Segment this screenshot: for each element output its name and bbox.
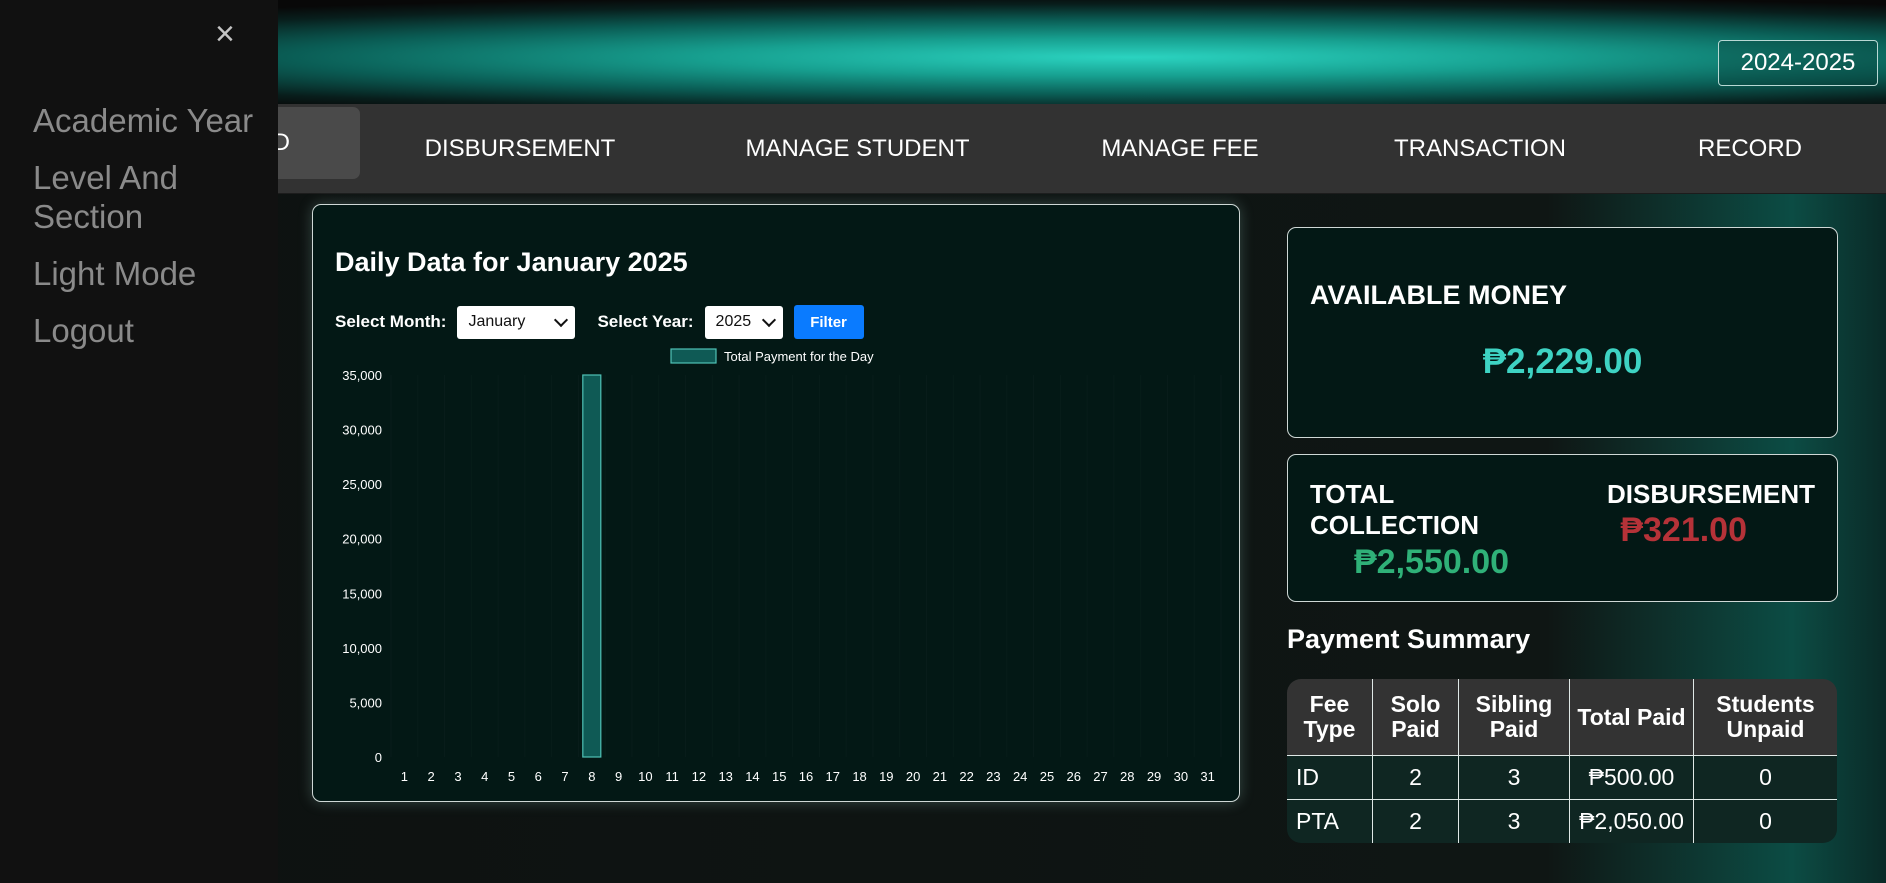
academic-year-select[interactable]: 2024-2025 — [1718, 40, 1878, 86]
x-tick-label: 14 — [745, 769, 759, 784]
x-tick-label: 18 — [852, 769, 866, 784]
x-tick-label: 2 — [428, 769, 435, 784]
chart-title: Daily Data for January 2025 — [335, 247, 688, 277]
x-tick-label: 27 — [1093, 769, 1107, 784]
cell-total-paid: ₱2,050.00 — [1570, 799, 1694, 843]
cell-fee-type: ID — [1287, 755, 1373, 799]
x-tick-label: 7 — [561, 769, 568, 784]
cell-fee-type: PTA — [1287, 799, 1373, 843]
y-tick-label: 10,000 — [342, 641, 382, 656]
x-tick-label: 8 — [588, 769, 595, 784]
bar — [582, 374, 602, 758]
col-solo-paid: Solo Paid — [1373, 679, 1459, 755]
year-select-value: 2025 — [715, 313, 752, 330]
sidebar-menu: × Academic Year Level And Section Light … — [0, 0, 278, 883]
x-tick-label: 11 — [665, 769, 679, 784]
chart-filter-row: Select Month: January Select Year: 2025 … — [335, 305, 864, 339]
disbursement-title: DISBURSEMENT — [1606, 479, 1815, 509]
available-money-value: ₱2,229.00 — [1482, 342, 1643, 381]
x-tick-label: 9 — [615, 769, 622, 784]
nav-transaction[interactable]: TRANSACTION — [1380, 104, 1580, 194]
nav-manage-student[interactable]: MANAGE STUDENT — [720, 104, 995, 194]
col-students-unpaid: Students Unpaid — [1694, 679, 1837, 755]
legend-swatch — [670, 348, 717, 364]
payment-summary-title: Payment Summary — [1287, 624, 1531, 654]
x-tick-label: 26 — [1067, 769, 1081, 784]
x-tick-label: 24 — [1013, 769, 1027, 784]
y-tick-label: 30,000 — [342, 423, 382, 438]
y-tick-label: 5,000 — [349, 695, 382, 710]
x-tick-label: 6 — [535, 769, 542, 784]
x-tick-label: 30 — [1174, 769, 1188, 784]
chevron-down-icon — [554, 312, 569, 327]
x-tick-label: 15 — [772, 769, 786, 784]
table-row: PTA 2 3 ₱2,050.00 0 — [1287, 799, 1837, 843]
cell-students-unpaid: 0 — [1694, 755, 1837, 799]
disbursement-value: ₱321.00 — [1620, 511, 1747, 549]
x-tick-label: 31 — [1200, 769, 1214, 784]
y-tick-label: 15,000 — [342, 586, 382, 601]
daily-bar-chart: 0 5,000 10,000 15,000 20,000 25,000 30,000 35,0… — [342, 348, 1215, 784]
x-tick-label: 21 — [933, 769, 947, 784]
x-tick-label: 28 — [1120, 769, 1134, 784]
cell-solo-paid: 2 — [1373, 799, 1459, 843]
col-sibling-paid: Sibling Paid — [1459, 679, 1570, 755]
nav-disbursement[interactable]: DISBURSEMENT — [395, 104, 645, 194]
x-tick-label: 1 — [401, 769, 408, 784]
x-tick-label: 17 — [826, 769, 840, 784]
total-collection-value: ₱2,550.00 — [1354, 543, 1510, 581]
collection-card: TOTAL COLLECTION ₱2,550.00 DISBURSEMENT … — [1287, 454, 1838, 602]
x-tick-label: 22 — [959, 769, 973, 784]
daily-chart-card: 0 5,000 10,000 15,000 20,000 25,000 30,000 35,0… — [312, 204, 1240, 802]
y-tick-label: 20,000 — [342, 532, 382, 547]
year-label: Select Year: — [597, 312, 694, 331]
sidebar-item-light-mode[interactable]: Light Mode — [33, 254, 196, 293]
col-fee-type: Fee Type — [1287, 679, 1373, 755]
legend-label: Total Payment for the Day — [724, 349, 874, 364]
x-tick-label: 19 — [879, 769, 893, 784]
y-tick-label: 0 — [375, 750, 382, 765]
total-collection-title: TOTAL COLLECTION — [1310, 479, 1479, 540]
payment-summary-table: Fee Type Solo Paid Sibling Paid Total Pa… — [1287, 679, 1837, 843]
year-select[interactable]: 2025 — [704, 305, 783, 339]
header-banner: 2024-2025 — [0, 0, 1886, 104]
cell-total-paid: ₱500.00 — [1570, 755, 1694, 799]
x-tick-label: 5 — [508, 769, 515, 784]
month-select[interactable]: January — [457, 305, 576, 339]
available-money-title: AVAILABLE MONEY — [1310, 280, 1568, 310]
col-total-paid: Total Paid — [1570, 679, 1694, 755]
available-money-card: AVAILABLE MONEY ₱2,229.00 — [1287, 227, 1838, 438]
sidebar-item-academic-year[interactable]: Academic Year — [33, 101, 253, 140]
x-tick-label: 29 — [1147, 769, 1161, 784]
x-tick-label: 23 — [986, 769, 1000, 784]
x-tick-label: 10 — [638, 769, 652, 784]
table-row: ID 2 3 ₱500.00 0 — [1287, 755, 1837, 799]
cell-solo-paid: 2 — [1373, 755, 1459, 799]
x-tick-label: 20 — [906, 769, 920, 784]
close-icon[interactable]: × — [215, 15, 235, 53]
chevron-down-icon — [761, 312, 776, 327]
y-tick-label: 35,000 — [342, 368, 382, 383]
x-tick-label: 3 — [454, 769, 461, 784]
nav-record[interactable]: RECORD — [1680, 104, 1820, 194]
x-tick-label: 4 — [481, 769, 488, 784]
sidebar-item-level-and-section[interactable]: Level And Section — [33, 158, 223, 236]
y-tick-label: 25,000 — [342, 477, 382, 492]
month-select-value: January — [468, 313, 526, 330]
cell-sibling-paid: 3 — [1459, 755, 1570, 799]
cell-sibling-paid: 3 — [1459, 799, 1570, 843]
sidebar-item-logout[interactable]: Logout — [33, 311, 134, 350]
x-tick-label: 16 — [799, 769, 813, 784]
cell-students-unpaid: 0 — [1694, 799, 1837, 843]
nav-manage-fee[interactable]: MANAGE FEE — [1080, 104, 1280, 194]
table-header-row: Fee Type Solo Paid Sibling Paid Total Pa… — [1287, 679, 1837, 755]
x-tick-label: 25 — [1040, 769, 1054, 784]
x-tick-label: 13 — [718, 769, 732, 784]
month-label: Select Month: — [335, 312, 447, 331]
x-tick-label: 12 — [692, 769, 706, 784]
filter-button[interactable]: Filter — [793, 305, 864, 339]
